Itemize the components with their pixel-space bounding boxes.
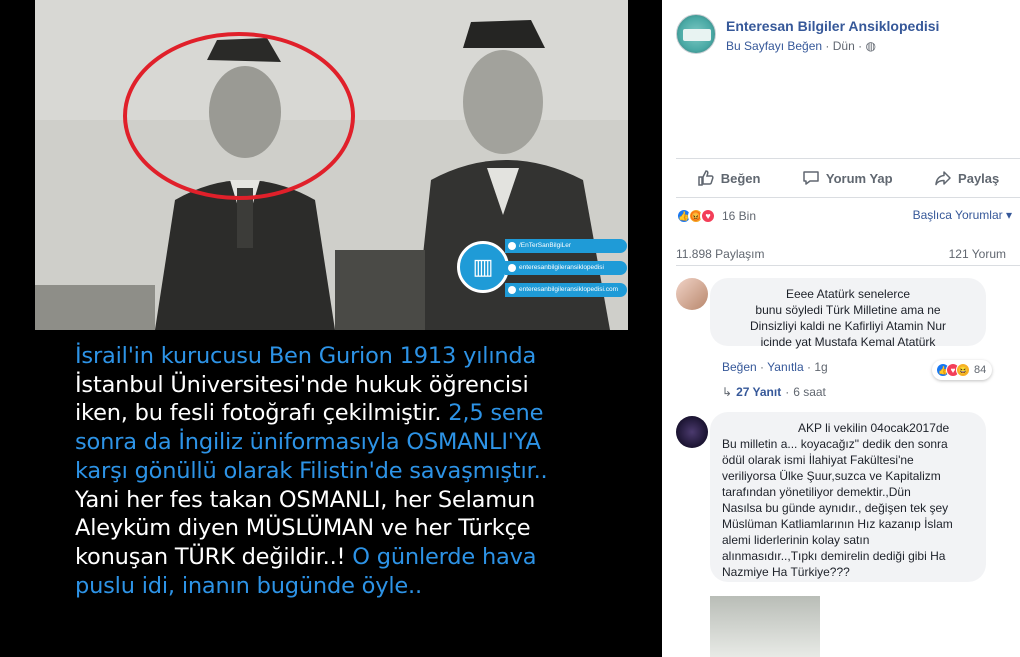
comment-text-line: Nasılsa bu günde aynıdır., değişen tek ş… — [722, 501, 949, 515]
avatar-logo — [683, 29, 711, 41]
caption-highlight: 2,5 sene — [441, 400, 544, 427]
post-subline: Bu Sayfayı Beğen · Dün · ◍ — [726, 39, 876, 53]
caption-line: puslu idi, inanın bugünde öyle.. — [75, 572, 422, 599]
comment-text-line: icinde yat Mustafa Kemal Atatürk — [760, 335, 936, 349]
comment-label: Yorum Yap — [825, 170, 893, 186]
comment-time[interactable]: 1g — [814, 360, 827, 374]
comment-like-link[interactable]: Beğen — [722, 360, 757, 374]
comment-text-line: ödül olarak ismi İlahiyat Fakültesi'ne — [722, 453, 914, 467]
caption-line: Yani her fes takan OSMANLI, her Selamun — [75, 486, 536, 513]
caption-line: sonra da İngiliz üniformasıyla OSMANLI'Y… — [75, 429, 541, 456]
comment-text-line: alınmasıdır..,Tıpkı demirelin dediği gib… — [722, 549, 946, 563]
commenter-avatar[interactable] — [676, 278, 708, 310]
comment-text-line: tarafından yönetiliyor demektir.,Dün — [722, 485, 911, 499]
post-panel: Enteresan Bilgiler Ansiklopedisi Bu Sayf… — [662, 0, 1020, 657]
watermark-site: enteresanbilgileransiklopedisi.com — [505, 283, 627, 297]
page-avatar[interactable] — [676, 14, 716, 54]
reply-arrow-icon: ↳ — [722, 385, 733, 399]
watermark-page: enteresanbilgileransiklopedisi — [505, 261, 627, 275]
comment-text-line: Dinsizliyi kaldi ne Kafirliyi Atamin Nur — [749, 319, 947, 333]
share-label: Paylaş — [958, 170, 1000, 186]
like-button[interactable]: Beğen — [697, 169, 761, 187]
watermark-facebook: /EnTerSanBilgiLer — [505, 239, 627, 253]
comment-reaction-count: 84 — [974, 364, 987, 376]
thumbs-up-icon — [697, 170, 714, 186]
caption-line: İstanbul Üniversitesi'nde hukuk öğrencis… — [75, 371, 529, 398]
caption-highlight: O günlerde hava — [345, 543, 537, 570]
comment-count[interactable]: 121 Yorum — [949, 247, 1006, 261]
historical-photo: ▥ /EnTerSanBilgiLer enteresanbilgilerans… — [35, 0, 628, 330]
caption-line: karşı gönüllü olarak Filistin'de savaşmı… — [75, 457, 548, 484]
comment-text-line: AKP li vekilin 04ocak2017de — [798, 421, 950, 435]
post-actions: Beğen Yorum Yap Paylaş — [676, 158, 1020, 198]
comment-bubble: Eeee Atatürk senelerce bunu söyledi Türk… — [710, 278, 986, 349]
book-icon: ▥ — [457, 241, 509, 293]
share-count[interactable]: 11.898 Paylaşım — [676, 247, 765, 261]
post-header: Enteresan Bilgiler Ansiklopedisi Bu Sayf… — [676, 14, 1020, 60]
separator-dot: · — [785, 385, 790, 399]
commenter-avatar[interactable] — [676, 416, 708, 448]
comment-icon — [803, 171, 819, 185]
share-icon — [935, 171, 951, 186]
comment-button[interactable]: Yorum Yap — [802, 169, 893, 187]
caret-down-icon: ▾ — [1005, 208, 1012, 222]
reaction-count[interactable]: 16 Bin — [722, 209, 756, 223]
post-stats: 11.898 Paylaşım 121 Yorum — [676, 236, 1020, 266]
replies-time: 6 saat — [793, 385, 826, 399]
comment-sort-dropdown[interactable]: Başlıca Yorumlar ▾ — [913, 208, 1012, 222]
comment-bubble: AKP li vekilin 04ocak2017de Bu milletin … — [710, 412, 986, 582]
post-image[interactable]: ▥ /EnTerSanBilgiLer enteresanbilgilerans… — [0, 0, 662, 657]
like-label: Beğen — [720, 170, 761, 186]
caption-line: konuşan TÜRK değildir..! O günlerde hava — [75, 543, 635, 572]
caption-text: konuşan TÜRK değildir..! — [75, 543, 346, 570]
comment-text-line: Bu milletin a... koyacağız" dedik den so… — [722, 437, 948, 451]
reactions-summary[interactable]: 👍 😡 ♥ 16 Bin Başlıca Yorumlar ▾ — [676, 205, 1020, 227]
comment-text-line: bunu söyledi Türk Milletine ama ne — [755, 303, 941, 317]
caption-line: İsrail'in kurucusu Ben Gurion 1913 yılın… — [75, 343, 537, 369]
view-replies-link[interactable]: ↳ 27 Yanıt · 6 saat — [722, 385, 826, 399]
comment-reply-link[interactable]: Yanıtla — [767, 360, 803, 374]
replies-count: 27 Yanıt — [736, 385, 782, 399]
sort-label: Başlıca Yorumlar — [912, 208, 1003, 222]
share-button[interactable]: Paylaş — [934, 169, 999, 187]
globe-icon: ◍ — [865, 39, 876, 53]
like-page-link[interactable]: Bu Sayfayı Beğen — [726, 39, 822, 53]
comment-text-line: veriliyorsa Ülke Şuur,suzca ve Kapitaliz… — [722, 469, 941, 483]
comment-text-line: Müslüman Katliamlarının Hız kazanıp İsla… — [722, 517, 953, 531]
comment-text-line: Eeee Atatürk senelerce — [785, 287, 911, 301]
comment-image-preview[interactable] — [710, 596, 820, 657]
comment-reactions[interactable]: 👍 ♥ 😆 84 — [932, 360, 993, 380]
post-time[interactable]: Dün — [833, 39, 855, 53]
image-caption: İsrail'in kurucusu Ben Gurion 1913 yılın… — [75, 342, 635, 600]
watermark: ▥ /EnTerSanBilgiLer enteresanbilgilerans… — [453, 233, 628, 303]
reaction-icons: 👍 😡 ♥ — [676, 208, 716, 224]
comment-text-line: Nazmiye Ha Türkiye??? — [722, 565, 850, 579]
love-reaction-icon: ♥ — [700, 208, 716, 224]
separator-dot: · — [825, 39, 833, 53]
caption-line: iken, bu fesli fotoğrafı çekilmiştir. 2,… — [75, 399, 635, 428]
haha-reaction-icon: 😆 — [956, 363, 970, 377]
comment-text-line: alemi liderlerinin kolay satın — [722, 533, 870, 547]
caption-text: iken, bu fesli fotoğrafı çekilmiştir. — [75, 400, 442, 427]
comment-meta: Beğen · Yanıtla · 1g — [722, 360, 828, 374]
page-name-link[interactable]: Enteresan Bilgiler Ansiklopedisi — [726, 18, 939, 34]
caption-line: Aleyküm diyen MÜSLÜMAN ve her Türkçe — [75, 515, 531, 542]
